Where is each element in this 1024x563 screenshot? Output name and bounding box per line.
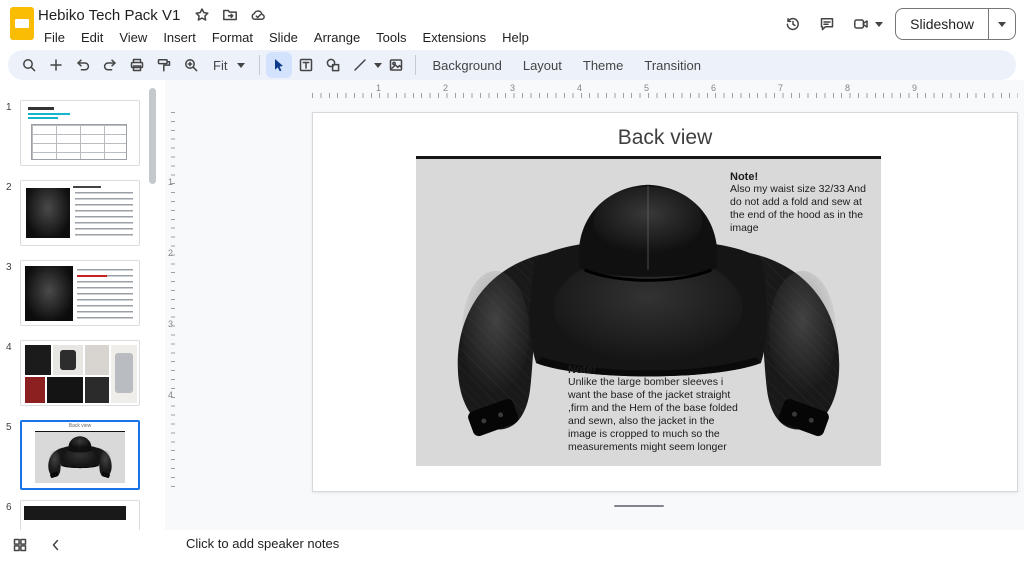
- new-slide-button[interactable]: [43, 52, 69, 78]
- menu-arrange[interactable]: Arrange: [306, 28, 368, 47]
- undo-button[interactable]: [70, 52, 96, 78]
- slide1-preview: [21, 101, 139, 165]
- slide-number: 6: [6, 502, 12, 513]
- mini-slide-title: Back view: [22, 423, 138, 429]
- slide-number: 5: [6, 422, 12, 433]
- slides-logo[interactable]: [10, 7, 34, 40]
- vertical-ruler: 1 2 3 4: [165, 80, 179, 530]
- camera-control[interactable]: [850, 13, 883, 35]
- slide-number: 3: [6, 262, 12, 273]
- grid-view-icon[interactable]: [12, 537, 30, 555]
- slide2-preview: [21, 181, 139, 245]
- slide6-preview: [21, 501, 139, 530]
- chevron-down-icon: [237, 63, 245, 68]
- camera-icon[interactable]: [850, 13, 872, 35]
- note-top-textbox[interactable]: Note! Also my waist size 32/33 And do no…: [730, 171, 870, 235]
- slide4-preview: [21, 341, 139, 405]
- menu-view[interactable]: View: [111, 28, 155, 47]
- zoom-button[interactable]: [178, 52, 204, 78]
- theme-button[interactable]: Theme: [573, 58, 633, 73]
- slide-thumbnail-6[interactable]: 6: [0, 500, 160, 530]
- line-tool-button[interactable]: [347, 52, 373, 78]
- note-bottom-textbox[interactable]: Note! Unlike the large bomber sleeves i …: [568, 364, 740, 454]
- menu-slide[interactable]: Slide: [261, 28, 306, 47]
- menu-insert[interactable]: Insert: [155, 28, 204, 47]
- slide-canvas[interactable]: Back view Note! Also my waist size 32/33…: [312, 112, 1018, 492]
- note-heading: Note!: [568, 364, 740, 376]
- slideshow-split-button: Slideshow: [895, 8, 1016, 40]
- insert-image-button[interactable]: [383, 52, 409, 78]
- note-heading: Note!: [730, 171, 870, 183]
- shapes-button[interactable]: [320, 52, 346, 78]
- toolbar: Fit Background Layout Theme Transition: [8, 50, 1016, 80]
- slide-thumbnail-4[interactable]: 4: [0, 340, 160, 412]
- print-button[interactable]: [124, 52, 150, 78]
- menu-file[interactable]: File: [36, 28, 73, 47]
- slide-thumbnail-3[interactable]: 3: [0, 260, 160, 332]
- cloud-saved-icon: [250, 7, 266, 23]
- horizontal-ruler: 1 2 3 4 5 6 7 8 9: [165, 82, 1024, 98]
- select-tool-button[interactable]: [266, 52, 292, 78]
- speaker-notes-resize-handle[interactable]: [614, 505, 664, 507]
- slide5-preview: Back view: [22, 422, 138, 488]
- chevron-down-icon: [998, 22, 1006, 27]
- note-body: Also my waist size 32/33 And do not add …: [730, 183, 870, 235]
- comments-icon[interactable]: [816, 13, 838, 35]
- slide-title-textbox[interactable]: Back view: [313, 126, 1017, 150]
- jacket-back-image[interactable]: Note! Also my waist size 32/33 And do no…: [416, 156, 881, 466]
- menu-edit[interactable]: Edit: [73, 28, 111, 47]
- note-body: Unlike the large bomber sleeves i want t…: [568, 376, 740, 454]
- zoom-level-value: Fit: [213, 58, 227, 73]
- star-icon[interactable]: [194, 7, 210, 23]
- slideshow-button[interactable]: Slideshow: [895, 8, 989, 40]
- filmstrip-scrollbar[interactable]: [149, 88, 156, 184]
- canvas-area: 1 2 3 4 5 6 7 8 9 1 2 3 4 Back view Note…: [165, 80, 1024, 530]
- document-title[interactable]: Hebiko Tech Pack V1: [36, 7, 182, 24]
- speaker-notes-input[interactable]: Click to add speaker notes: [186, 536, 339, 551]
- version-history-icon[interactable]: [782, 13, 804, 35]
- filmstrip: 1 2 3 4 5 Back view 6: [0, 84, 160, 530]
- search-menus-button[interactable]: [16, 52, 42, 78]
- menu-tools[interactable]: Tools: [368, 28, 414, 47]
- slide-thumbnail-2[interactable]: 2: [0, 180, 160, 252]
- menubar: File Edit View Insert Format Slide Arran…: [36, 26, 537, 48]
- camera-dropdown-icon[interactable]: [875, 22, 883, 27]
- menu-help[interactable]: Help: [494, 28, 537, 47]
- text-box-button[interactable]: [293, 52, 319, 78]
- chevron-down-icon[interactable]: [374, 63, 382, 68]
- redo-button[interactable]: [97, 52, 123, 78]
- slide-thumbnail-1[interactable]: 1: [0, 100, 160, 172]
- slide-number: 4: [6, 342, 12, 353]
- slide-thumbnail-5[interactable]: 5 Back view: [0, 420, 160, 492]
- slides-app: Hebiko Tech Pack V1 File Edit View Inser…: [0, 0, 1024, 563]
- slide-number: 1: [6, 102, 12, 113]
- layout-button[interactable]: Layout: [513, 58, 572, 73]
- footer-bar: Click to add speaker notes: [0, 530, 1024, 563]
- transition-button[interactable]: Transition: [634, 58, 711, 73]
- move-folder-icon[interactable]: [222, 7, 238, 23]
- slideshow-dropdown-button[interactable]: [989, 8, 1016, 40]
- collapse-left-icon[interactable]: [48, 537, 66, 555]
- slide3-preview: [21, 261, 139, 325]
- menu-format[interactable]: Format: [204, 28, 261, 47]
- zoom-level-select[interactable]: Fit: [205, 58, 253, 73]
- topbar: Hebiko Tech Pack V1 File Edit View Inser…: [0, 0, 1024, 48]
- slide-number: 2: [6, 182, 12, 193]
- paint-format-button[interactable]: [151, 52, 177, 78]
- background-button[interactable]: Background: [422, 58, 511, 73]
- menu-extensions[interactable]: Extensions: [415, 28, 495, 47]
